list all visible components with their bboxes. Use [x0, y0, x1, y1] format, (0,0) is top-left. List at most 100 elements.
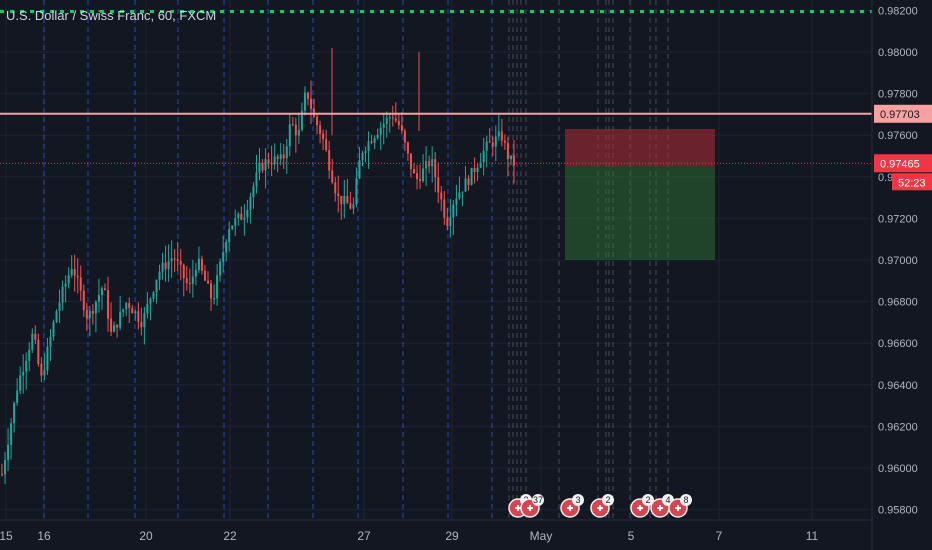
- time-tick-label: 27: [357, 529, 371, 543]
- candle-body: [403, 130, 406, 143]
- candle-body: [509, 155, 512, 160]
- candle-body: [485, 141, 488, 151]
- candle-body: [400, 125, 403, 131]
- candle-body: [355, 178, 358, 205]
- candle-body: [197, 258, 200, 271]
- candle-body: [319, 125, 322, 134]
- price-tick-label: 0.96600: [878, 338, 918, 350]
- candle-body: [152, 292, 155, 299]
- candle-body: [43, 370, 46, 376]
- candle-body: [464, 178, 467, 192]
- candle-body: [104, 288, 106, 290]
- event-count-label: 2: [645, 495, 650, 505]
- candle-body: [467, 178, 470, 186]
- candle-body: [213, 298, 216, 300]
- candle-body: [316, 116, 319, 126]
- candle-body: [488, 141, 491, 143]
- candle-body: [7, 444, 10, 461]
- candle-body: [88, 310, 91, 319]
- candle-body: [225, 242, 228, 253]
- candle-body: [267, 159, 270, 163]
- candle-body: [116, 324, 119, 328]
- candle-body: [322, 133, 325, 140]
- candle-body: [31, 333, 34, 350]
- candle-body: [500, 131, 503, 141]
- candle-body: [346, 195, 349, 204]
- candle-body: [258, 162, 261, 173]
- candle-body: [416, 173, 419, 180]
- candle-body: [343, 195, 346, 205]
- candle-body: [376, 134, 379, 139]
- candle-body: [276, 156, 279, 160]
- stop-loss-zone[interactable]: [565, 128, 715, 167]
- candle-body: [194, 270, 197, 277]
- candle-body: [61, 286, 64, 303]
- candle-body: [134, 311, 137, 314]
- candle-body: [388, 117, 391, 119]
- candle-body: [397, 120, 400, 126]
- candle-body: [158, 271, 161, 280]
- candle-body: [22, 371, 25, 376]
- flag-cross-v: [659, 505, 661, 511]
- candle-body: [143, 313, 146, 328]
- candle-body: [73, 269, 76, 276]
- candle-body: [325, 139, 328, 151]
- candle-body: [425, 161, 428, 169]
- candle-body: [422, 168, 425, 181]
- candle-body: [91, 310, 94, 314]
- candle-body: [16, 390, 19, 403]
- candle-body: [191, 276, 194, 284]
- candle-body: [52, 322, 55, 337]
- candle-body: [210, 283, 213, 299]
- candle-body: [306, 92, 309, 99]
- candle-body: [476, 167, 479, 172]
- candle-body: [261, 162, 264, 171]
- candle-body: [161, 262, 164, 272]
- take-profit-zone[interactable]: [565, 166, 715, 260]
- candle-body: [434, 159, 437, 178]
- flag-cross-v: [569, 505, 571, 511]
- time-tick-label: 5: [628, 529, 635, 543]
- candle-body: [482, 150, 485, 163]
- candle-body: [13, 402, 16, 424]
- event-count-label: 37: [533, 495, 543, 505]
- price-chart[interactable]: 0.982000.980000.978000.976000.974000.972…: [0, 0, 932, 550]
- candle-body: [255, 172, 258, 187]
- candle-body: [449, 217, 452, 226]
- price-tick-label: 0.98000: [878, 47, 918, 59]
- candle-body: [228, 229, 231, 243]
- price-tick-label: 0.96200: [878, 421, 918, 433]
- candle-body: [94, 301, 97, 314]
- time-tick-label: 20: [139, 529, 153, 543]
- price-tick-label: 0.97000: [878, 255, 918, 267]
- candle-body: [82, 290, 85, 311]
- candle-body: [470, 168, 473, 186]
- price-axis[interactable]: 0.982000.980000.978000.976000.974000.972…: [871, 0, 932, 550]
- candle-body: [219, 261, 222, 276]
- candle-body: [173, 258, 176, 260]
- candle-body: [85, 310, 88, 319]
- candle-body: [385, 118, 388, 124]
- time-tick-label: May: [530, 529, 553, 543]
- candle-body: [452, 204, 455, 218]
- flag-cross-v: [517, 505, 519, 511]
- candle-body: [167, 261, 170, 270]
- candle-body: [155, 279, 158, 293]
- candle-body: [46, 346, 49, 371]
- candle-body: [119, 311, 122, 328]
- position-tool[interactable]: [565, 128, 715, 260]
- candle-body: [137, 311, 140, 322]
- candle-body: [97, 295, 100, 302]
- candle-body: [391, 117, 394, 119]
- candle-body: [234, 218, 237, 226]
- price-tick-label: 0.97200: [878, 213, 918, 225]
- candle-body: [379, 127, 382, 135]
- time-tick-label: 11: [806, 529, 819, 543]
- candle-body: [188, 283, 191, 285]
- candle-body: [70, 269, 73, 276]
- candle-body: [237, 213, 240, 219]
- candle-body: [361, 152, 364, 161]
- candle-body: [455, 198, 458, 205]
- candle-body: [413, 168, 415, 174]
- candle-body: [473, 168, 476, 172]
